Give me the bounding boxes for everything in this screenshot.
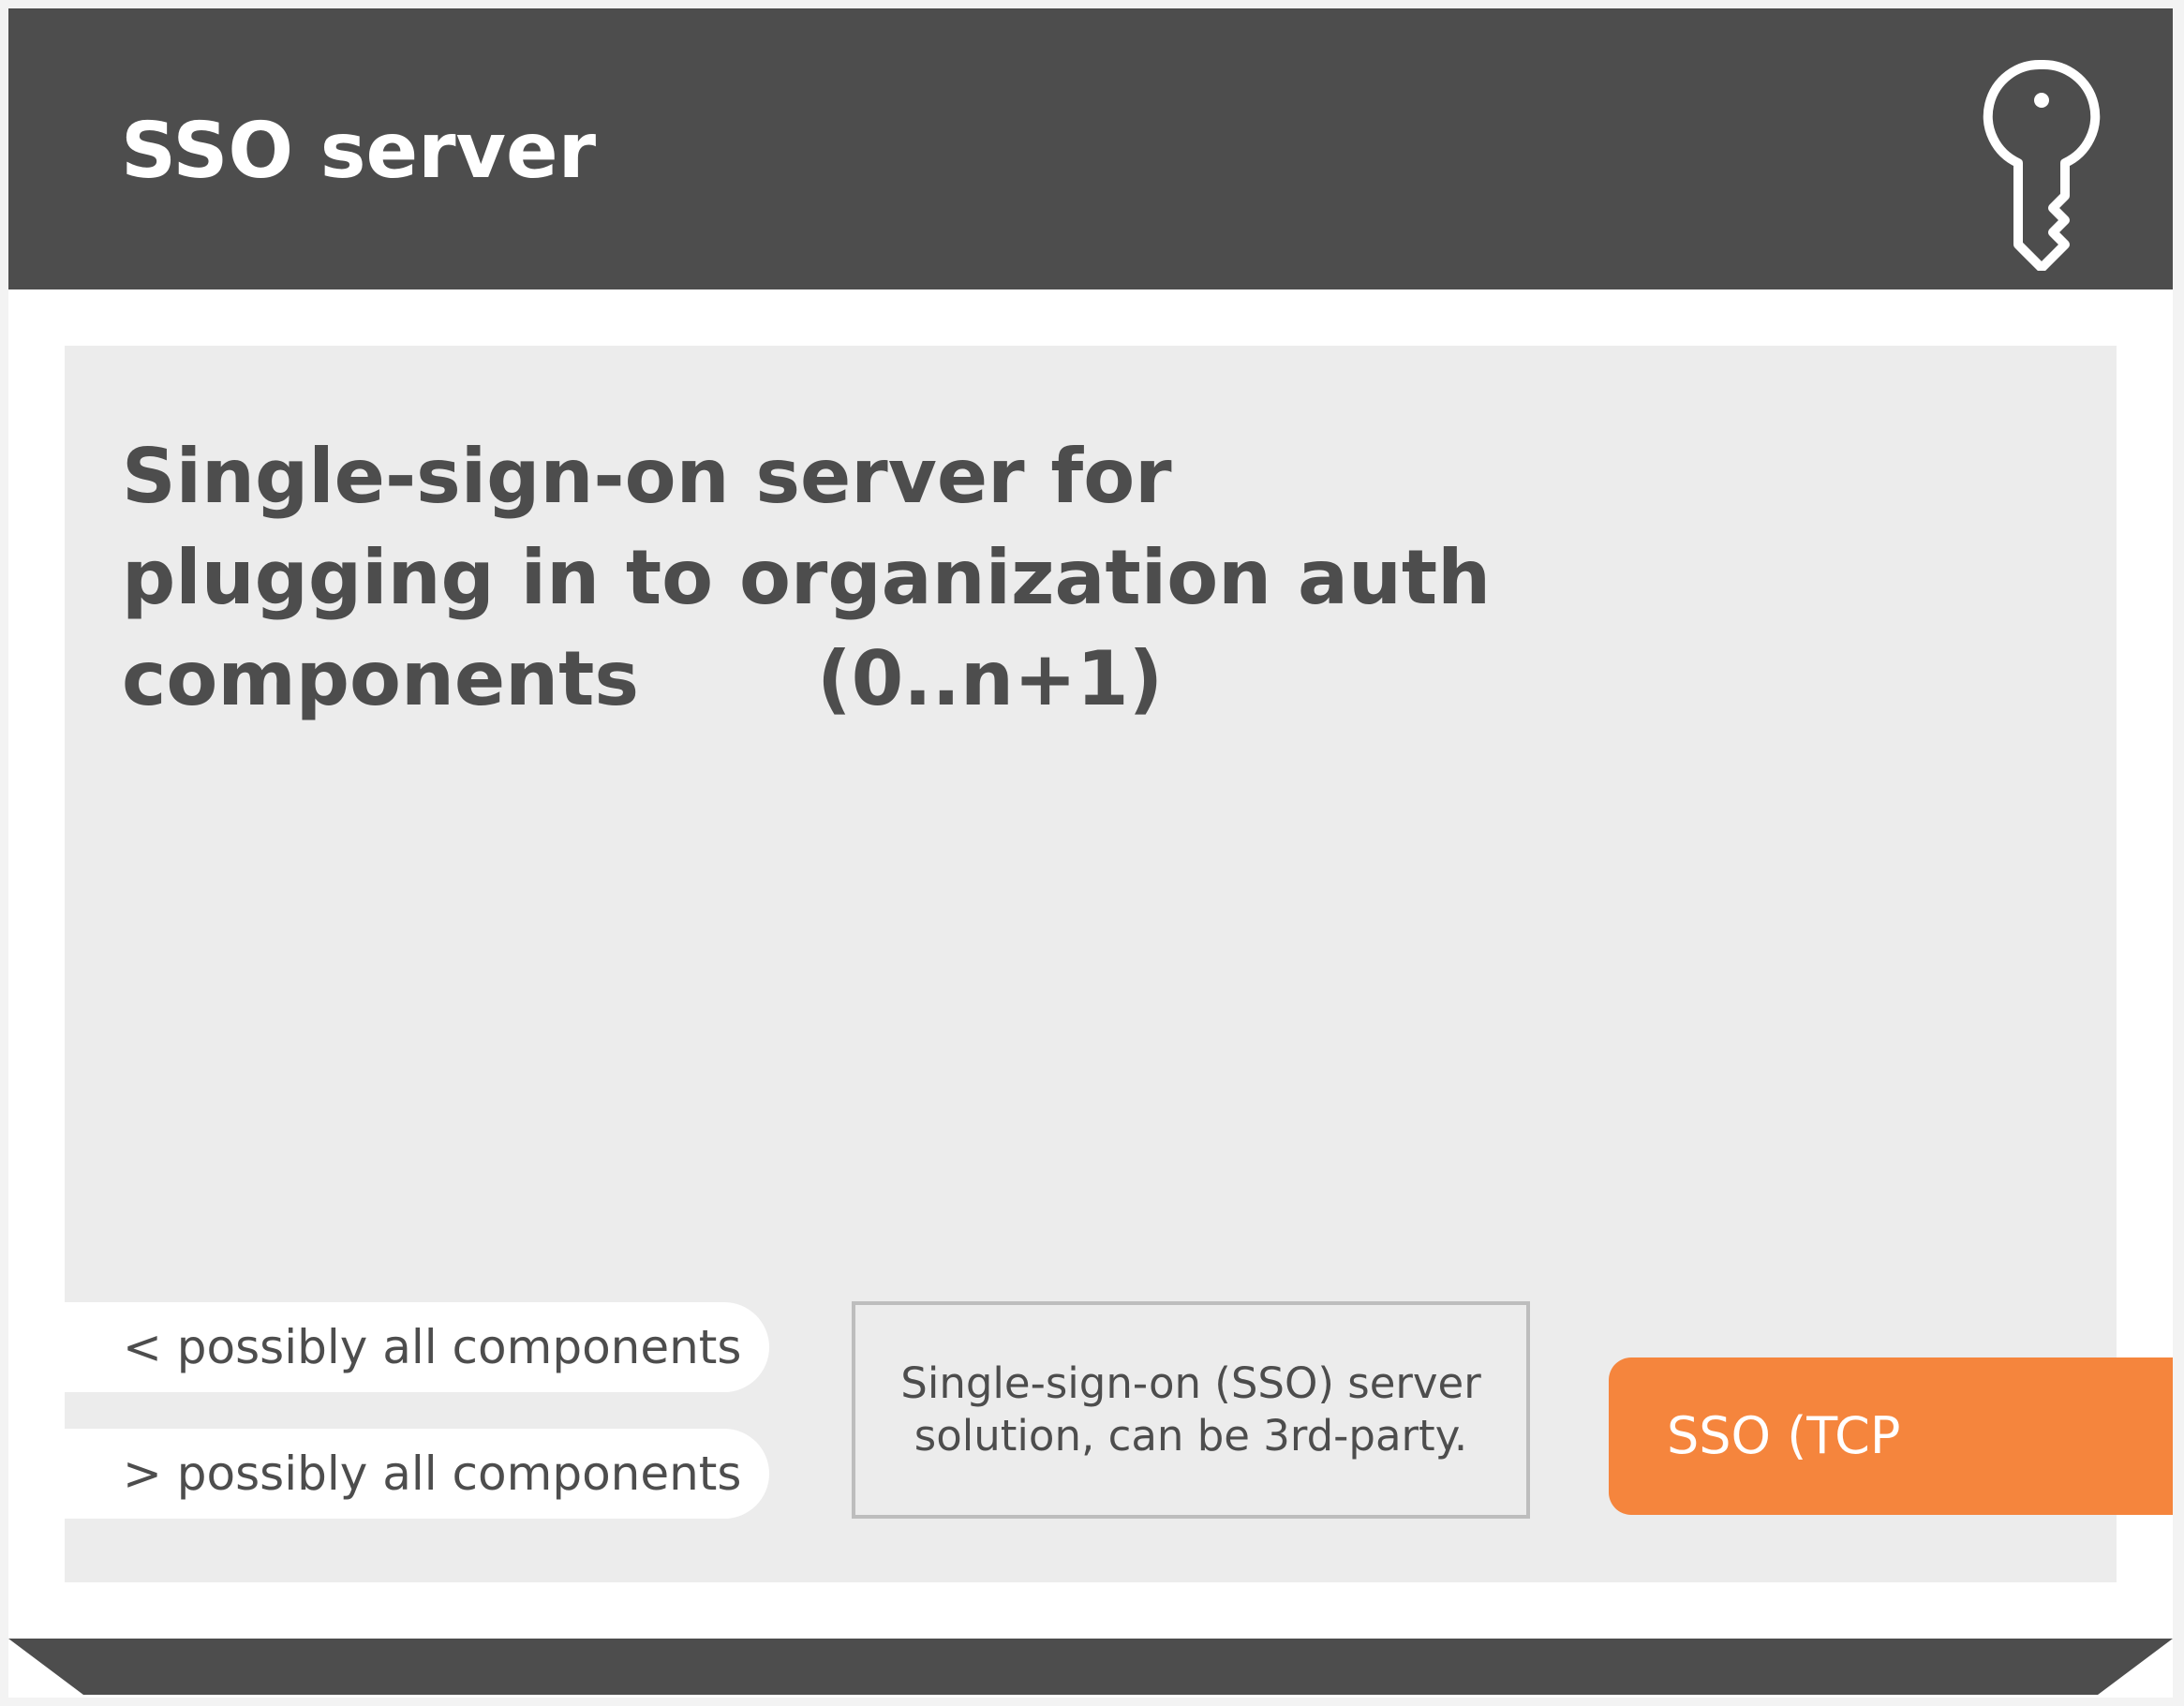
component-description: Single-sign-on server for plugging in to…	[122, 426, 1527, 730]
description-line: plugging in to organization auth	[122, 534, 1492, 621]
multiplicity-label: (0..n+1)	[817, 635, 1164, 722]
description-line-text: components	[122, 635, 639, 722]
incoming-connector: < possibly all components	[65, 1302, 769, 1392]
header-bar: SSO server	[8, 8, 2173, 289]
note-line: solution, can be 3rd-party.	[914, 1411, 1468, 1461]
note-line: Single-sign-on (SSO) server	[900, 1358, 1481, 1408]
key-icon	[1983, 59, 2101, 271]
component-title: SSO server	[121, 107, 597, 196]
note-box: Single-sign-on (SSO) server solution, ca…	[852, 1301, 1530, 1519]
outgoing-connector: > possibly all components	[65, 1429, 769, 1519]
description-line: Single-sign-on server for	[122, 433, 1172, 520]
description-line-last: components (0..n+1)	[122, 629, 1527, 730]
protocol-tab: SSO (TCP	[1609, 1357, 2173, 1515]
footer-bar	[8, 1639, 2173, 1695]
